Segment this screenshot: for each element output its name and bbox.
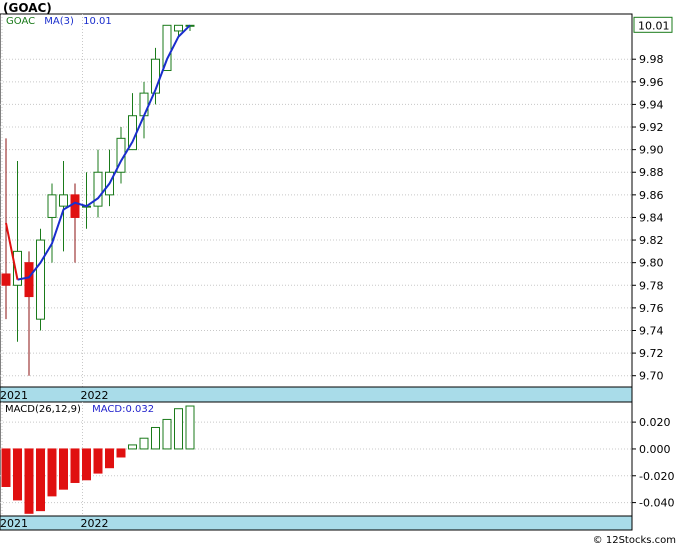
macd-y-tick-label: 0.020 <box>639 416 671 429</box>
price-y-tick-label: 9.96 <box>639 76 664 89</box>
price-y-tick-label: 9.90 <box>639 144 664 157</box>
macd-bar <box>162 418 172 450</box>
macd-bar <box>151 426 160 450</box>
macd-bar <box>82 448 91 481</box>
macd-x-label: 2021 <box>0 517 28 530</box>
chart-title: (GOAC) <box>3 1 52 15</box>
price-y-tick-label: 9.82 <box>639 234 664 247</box>
candle-body <box>47 194 57 218</box>
macd-bar <box>93 448 103 474</box>
price-y-axis: 9.70 9.72 9.74 9.76 9.78 9.80 9.82 9.84 9.86 9.88… <box>632 53 664 383</box>
candle-body <box>24 262 34 298</box>
macd-y-tick-label: 0.000 <box>639 443 671 456</box>
price-panel <box>0 13 633 403</box>
macd-bar <box>1 448 11 487</box>
candle-body <box>70 194 80 218</box>
price-y-tick-label: 9.98 <box>639 53 664 66</box>
macd-y-tick-label: -0.040 <box>639 497 674 510</box>
macd-bar <box>47 448 57 497</box>
macd-bar <box>185 405 195 450</box>
macd-bar <box>128 444 137 450</box>
macd-legend: MACD(26,12,9) MACD:0.032 <box>5 404 154 415</box>
legend-ticker: GOAC <box>6 16 35 27</box>
candle <box>162 24 172 72</box>
legend-ma-label: MA(3) <box>44 16 74 27</box>
price-y-tick-label: 9.92 <box>639 121 664 134</box>
candle-body <box>36 239 45 320</box>
price-x-label: 2021 <box>0 389 28 402</box>
macd-bar <box>13 448 22 501</box>
macd-legend-value: MACD:0.032 <box>92 404 154 415</box>
price-y-tick-label: 9.74 <box>639 324 664 337</box>
candle-body <box>174 24 183 32</box>
price-y-tick-label: 9.84 <box>639 211 664 224</box>
last-price-marker: 10.01 <box>633 16 673 33</box>
candle-body <box>139 92 149 117</box>
price-y-tick-label: 9.70 <box>639 370 664 383</box>
copyright: © 12Stocks.com <box>593 535 676 546</box>
macd-legend-params: MACD(26,12,9) <box>5 404 81 415</box>
macd-bar <box>116 448 126 458</box>
price-legend: GOAC MA(3) 10.01 <box>6 16 112 27</box>
candle-body <box>59 194 68 207</box>
legend-ma-value: 10.01 <box>83 16 112 27</box>
last-price-label: 10.01 <box>638 19 670 32</box>
macd-y-tick-label: -0.020 <box>639 470 674 483</box>
price-y-tick-label: 9.72 <box>639 347 664 360</box>
macd-y-axis: 0.020 0.000 -0.020 -0.040 <box>632 416 674 510</box>
macd-bar <box>105 448 114 469</box>
macd-x-label: 2022 <box>81 517 109 530</box>
price-y-tick-label: 9.80 <box>639 257 664 270</box>
macd-bar <box>139 437 149 450</box>
price-y-tick-label: 9.78 <box>639 279 664 292</box>
macd-bar <box>36 448 45 512</box>
stock-chart: (GOAC) 2021 2022 9.70 9.72 9.74 9.76 9.78 9.80… <box>0 1 676 546</box>
candle <box>36 228 45 331</box>
candle-body <box>162 24 172 72</box>
price-y-tick-label: 9.94 <box>639 98 664 111</box>
macd-bar <box>70 448 80 483</box>
price-y-tick-label: 9.76 <box>639 302 664 315</box>
price-y-tick-label: 9.86 <box>639 189 664 202</box>
price-y-tick-label: 9.88 <box>639 166 664 179</box>
macd-bar <box>24 448 34 514</box>
macd-bar <box>174 408 183 450</box>
candle-body <box>1 273 11 286</box>
price-x-label: 2022 <box>81 389 109 402</box>
macd-bar <box>59 448 68 490</box>
